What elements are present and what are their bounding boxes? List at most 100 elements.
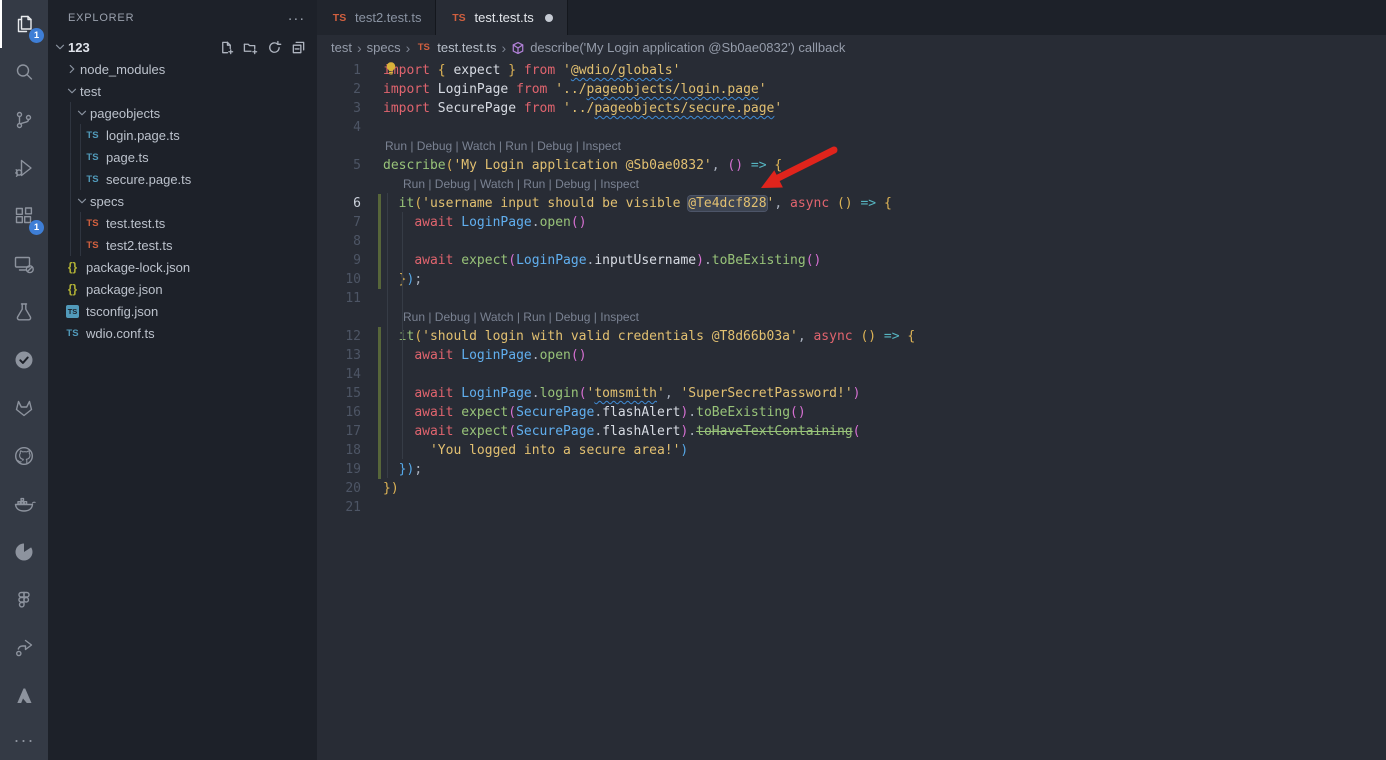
explorer-title: EXPLORER (68, 12, 134, 24)
line-number: 14 (317, 365, 361, 384)
activity-bar-item-coverage[interactable] (0, 528, 48, 576)
gutter-margin (361, 422, 383, 441)
tree-file-page.ts[interactable]: TSpage.ts (48, 146, 317, 168)
tree-file-wdio.conf.ts[interactable]: TSwdio.conf.ts (48, 322, 317, 344)
ts-file-icon: TS (450, 12, 467, 24)
code-line-7[interactable]: 7 await LoginPage.open() (317, 213, 1386, 232)
breadcrumb-file[interactable]: TS test.test.ts (415, 40, 496, 55)
code-line-11[interactable]: 11 (317, 289, 1386, 308)
codelens-line[interactable]: Run | Debug | Watch | Run | Debug | Insp… (317, 137, 1386, 156)
explorer-more-actions-icon[interactable]: ··· (288, 10, 305, 27)
workspace-root-folder[interactable]: 123 (48, 36, 317, 58)
line-number: 19 (317, 460, 361, 479)
line-number: 11 (317, 289, 361, 308)
code-line-19[interactable]: 19 }); (317, 460, 1386, 479)
ts-file-icon: TS (84, 152, 101, 163)
figma-icon (12, 588, 36, 612)
gutter-margin (361, 460, 383, 479)
activity-bar-item-azure[interactable] (0, 672, 48, 720)
line-number: 1 (317, 61, 361, 80)
tab-test.test.ts[interactable]: TS test.test.ts (436, 0, 567, 35)
code-line-21[interactable]: 21 (317, 498, 1386, 517)
tree-folder-test[interactable]: test (48, 80, 317, 102)
activity-bar-item-figma[interactable] (0, 576, 48, 624)
tree-file-test.test.ts[interactable]: TStest.test.ts (48, 212, 317, 234)
line-number: 8 (317, 232, 361, 251)
activity-bar-item-extensions[interactable]: 1 (0, 192, 48, 240)
code-line-5[interactable]: 5 describe('My Login application @Sb0ae0… (317, 156, 1386, 175)
activity-bar-item-run-and-debug[interactable] (0, 144, 48, 192)
breadcrumb-item-specs[interactable]: specs (367, 40, 401, 55)
code-line-20[interactable]: 20 }) (317, 479, 1386, 498)
tab-test2.test.ts[interactable]: TS test2.test.ts (317, 0, 436, 35)
breadcrumb-item-test[interactable]: test (331, 40, 352, 55)
line-content: await LoginPage.login('tomsmith', 'Super… (383, 384, 860, 403)
tree-folder-specs[interactable]: specs (48, 190, 317, 212)
gutter-margin (361, 479, 383, 498)
line-content: it('should login with valid credentials … (383, 327, 915, 346)
code-line-13[interactable]: 13 await LoginPage.open() (317, 346, 1386, 365)
file-label: tsconfig.json (86, 304, 158, 319)
activity-bar-item-live-share[interactable] (0, 624, 48, 672)
activity-bar-item-gitlab[interactable] (0, 384, 48, 432)
breadcrumb-symbol[interactable]: describe('My Login application @Sb0ae083… (511, 40, 845, 55)
refresh-icon[interactable] (265, 38, 283, 56)
code-line-18[interactable]: 18 'You logged into a secure area!') (317, 441, 1386, 460)
azure-icon (12, 684, 36, 708)
new-file-icon[interactable] (217, 38, 235, 56)
codelens-line[interactable]: Run | Debug | Watch | Run | Debug | Insp… (317, 308, 1386, 327)
activity-bar-item-search[interactable] (0, 48, 48, 96)
line-content: import SecurePage from '../pageobjects/s… (383, 99, 782, 118)
code-line-17[interactable]: 17 await expect(SecurePage.flashAlert).t… (317, 422, 1386, 441)
code-line-16[interactable]: 16 await expect(SecurePage.flashAlert).t… (317, 403, 1386, 422)
beaker-icon (12, 300, 36, 324)
chevron-down-icon (64, 83, 80, 99)
file-label: secure.page.ts (106, 172, 191, 187)
activity-bar-item-source-control[interactable] (0, 96, 48, 144)
activity-bar-item-explorer[interactable]: 1 (0, 0, 48, 48)
explorer-actions (217, 38, 317, 56)
activity-bar-item-remote-explorer[interactable] (0, 240, 48, 288)
explorer-sidebar: EXPLORER ··· 123 node_modulestestpageobj… (48, 0, 317, 760)
activity-more-actions[interactable]: ··· (0, 720, 48, 760)
code-editor[interactable]: 1 import { expect } from '@wdio/globals'… (317, 60, 1386, 517)
gutter-margin (361, 232, 383, 251)
code-line-4[interactable]: 4 (317, 118, 1386, 137)
gutter-margin (361, 384, 383, 403)
activity-bar-item-testing[interactable] (0, 288, 48, 336)
git-added-indicator (378, 441, 381, 460)
code-line-8[interactable]: 8 (317, 232, 1386, 251)
tree-folder-pageobjects[interactable]: pageobjects (48, 102, 317, 124)
codelens-actions[interactable]: Run | Debug | Watch | Run | Debug | Insp… (383, 137, 621, 156)
tree-file-login.page.ts[interactable]: TSlogin.page.ts (48, 124, 317, 146)
activity-bar-item-github[interactable] (0, 432, 48, 480)
codelens-actions[interactable]: Run | Debug | Watch | Run | Debug | Insp… (383, 175, 639, 194)
codelens-actions[interactable]: Run | Debug | Watch | Run | Debug | Insp… (383, 308, 639, 327)
indent-guide (402, 212, 403, 459)
line-number: 7 (317, 213, 361, 232)
activity-bar-item-tasks[interactable] (0, 336, 48, 384)
code-line-14[interactable]: 14 (317, 365, 1386, 384)
codelens-line[interactable]: Run | Debug | Watch | Run | Debug | Insp… (317, 175, 1386, 194)
code-line-15[interactable]: 15 await LoginPage.login('tomsmith', 'Su… (317, 384, 1386, 403)
new-folder-icon[interactable] (241, 38, 259, 56)
code-line-10[interactable]: 10 }); (317, 270, 1386, 289)
code-line-12[interactable]: 12 it('should login with valid credentia… (317, 327, 1386, 346)
git-added-indicator (378, 460, 381, 479)
tree-file-tsconfig.json[interactable]: TStsconfig.json (48, 300, 317, 322)
collapse-all-icon[interactable] (289, 38, 307, 56)
tree-file-secure.page.ts[interactable]: TSsecure.page.ts (48, 168, 317, 190)
activity-bar-item-docker[interactable] (0, 480, 48, 528)
tree-file-package-lock.json[interactable]: {}package-lock.json (48, 256, 317, 278)
line-number: 6 (317, 194, 361, 213)
lightbulb-icon[interactable] (384, 61, 398, 77)
chevron-down-icon (52, 39, 68, 55)
tree-file-test2.test.ts[interactable]: TStest2.test.ts (48, 234, 317, 256)
code-line-3[interactable]: 3 import SecurePage from '../pageobjects… (317, 99, 1386, 118)
code-line-1[interactable]: 1 import { expect } from '@wdio/globals' (317, 61, 1386, 80)
tree-file-package.json[interactable]: {}package.json (48, 278, 317, 300)
code-line-6[interactable]: 6 it('username input should be visible @… (317, 194, 1386, 213)
code-line-9[interactable]: 9 await expect(LoginPage.inputUsername).… (317, 251, 1386, 270)
tree-folder-node_modules[interactable]: node_modules (48, 58, 317, 80)
code-line-2[interactable]: 2 import LoginPage from '../pageobjects/… (317, 80, 1386, 99)
